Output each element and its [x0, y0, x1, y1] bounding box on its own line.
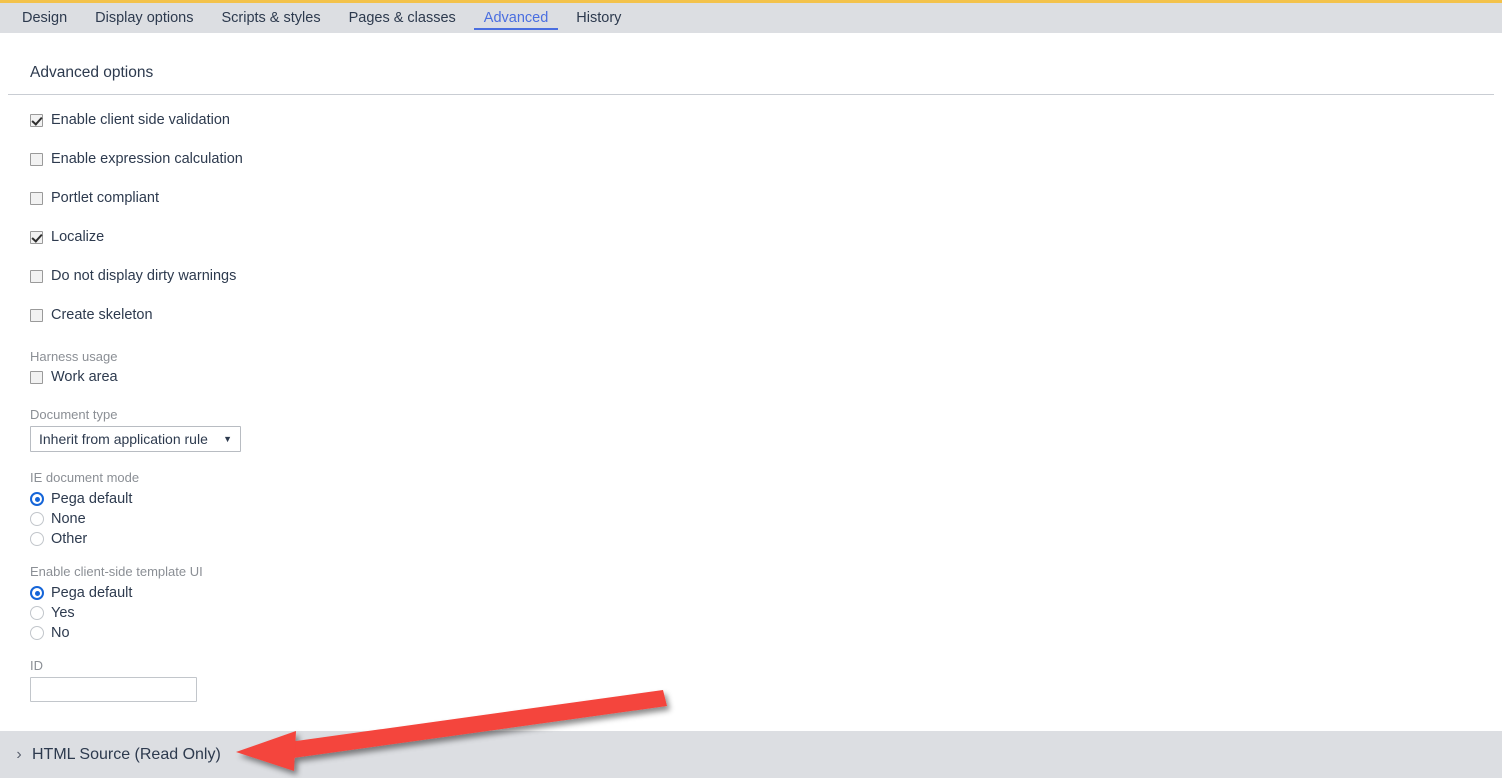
harness-usage-group: Harness usage Work area [30, 349, 1494, 387]
checkbox-label[interactable]: Portlet compliant [51, 189, 159, 208]
html-source-section-toggle[interactable]: › HTML Source (Read Only) [0, 731, 1502, 778]
checkbox-row-enable-client-side-validation[interactable]: Enable client side validation [30, 111, 1494, 130]
ie-document-mode-group: IE document mode Pega default None Other [30, 470, 1494, 549]
ie-document-mode-label: IE document mode [30, 470, 140, 485]
tab-label: Design [22, 10, 68, 26]
advanced-options-card: Advanced options Enable client side vali… [8, 51, 1494, 731]
chevron-right-icon: › [16, 745, 22, 763]
radio-row-ie-other[interactable]: Other [30, 529, 1494, 549]
checkbox-label[interactable]: Work area [51, 368, 118, 387]
checkbox-label[interactable]: Enable client side validation [51, 111, 230, 130]
checkbox-do-not-display-dirty-warnings[interactable] [30, 270, 43, 283]
checkbox-create-skeleton[interactable] [30, 309, 43, 322]
radio-cst-pega-default[interactable] [30, 586, 44, 600]
tab-advanced[interactable]: Advanced [470, 3, 563, 33]
radio-label[interactable]: No [51, 623, 70, 643]
checkbox-row-create-skeleton[interactable]: Create skeleton [30, 306, 1494, 325]
checkbox-row-localize[interactable]: Localize [30, 228, 1494, 247]
tab-scripts-styles[interactable]: Scripts & styles [207, 3, 334, 33]
id-group: ID [30, 658, 1494, 702]
panel-header: Advanced options [8, 51, 1494, 95]
radio-label[interactable]: None [51, 509, 86, 529]
radio-ie-other[interactable] [30, 532, 44, 546]
tab-label: Pages & classes [348, 10, 456, 26]
radio-row-ie-none[interactable]: None [30, 509, 1494, 529]
checkbox-enable-expression-calculation[interactable] [30, 153, 43, 166]
panel-body: Enable client side validation Enable exp… [8, 95, 1494, 702]
page-title: Advanced options [30, 63, 154, 81]
client-side-template-ui-group: Enable client-side template UI Pega defa… [30, 564, 1494, 643]
tab-label: Advanced [483, 10, 549, 26]
tab-history[interactable]: History [562, 3, 635, 33]
tab-label: History [576, 10, 622, 26]
document-type-label: Document type [30, 407, 118, 422]
radio-row-cst-pega-default[interactable]: Pega default [30, 583, 1494, 603]
radio-cst-yes[interactable] [30, 606, 44, 620]
radio-row-ie-pega-default[interactable]: Pega default [30, 489, 1494, 509]
checkbox-label[interactable]: Localize [51, 228, 104, 247]
tab-display-options[interactable]: Display options [81, 3, 207, 33]
checkbox-label[interactable]: Create skeleton [51, 306, 153, 325]
radio-row-cst-yes[interactable]: Yes [30, 603, 1494, 623]
radio-label[interactable]: Pega default [51, 583, 132, 603]
checkbox-row-portlet-compliant[interactable]: Portlet compliant [30, 189, 1494, 208]
checkbox-row-work-area[interactable]: Work area [30, 368, 1494, 387]
document-type-value: Inherit from application rule [39, 431, 208, 447]
radio-ie-pega-default[interactable] [30, 492, 44, 506]
radio-ie-none[interactable] [30, 512, 44, 526]
radio-label[interactable]: Other [51, 529, 87, 549]
checkbox-work-area[interactable] [30, 371, 43, 384]
checkbox-row-enable-expression-calculation[interactable]: Enable expression calculation [30, 150, 1494, 169]
document-type-select[interactable]: Inherit from application rule ▼ [30, 426, 241, 452]
checkbox-localize[interactable] [30, 231, 43, 244]
checkbox-enable-client-side-validation[interactable] [30, 114, 43, 127]
radio-cst-no[interactable] [30, 626, 44, 640]
id-input[interactable] [30, 677, 197, 702]
checkbox-label[interactable]: Enable expression calculation [51, 150, 243, 169]
chevron-down-icon: ▼ [223, 434, 232, 444]
tab-label: Display options [95, 10, 194, 26]
html-source-title: HTML Source (Read Only) [32, 745, 221, 763]
harness-usage-label: Harness usage [30, 349, 118, 364]
id-label: ID [30, 658, 43, 673]
tab-pages-classes[interactable]: Pages & classes [335, 3, 470, 33]
tab-bar: Design Display options Scripts & styles … [0, 3, 1502, 33]
client-side-template-ui-label: Enable client-side template UI [30, 564, 203, 579]
document-type-group: Document type Inherit from application r… [30, 407, 1494, 452]
radio-label[interactable]: Pega default [51, 489, 132, 509]
checkbox-portlet-compliant[interactable] [30, 192, 43, 205]
tab-label: Scripts & styles [221, 10, 321, 26]
radio-row-cst-no[interactable]: No [30, 623, 1494, 643]
tab-design[interactable]: Design [8, 3, 81, 33]
radio-label[interactable]: Yes [51, 603, 75, 623]
checkbox-label[interactable]: Do not display dirty warnings [51, 267, 236, 286]
checkbox-row-do-not-display-dirty-warnings[interactable]: Do not display dirty warnings [30, 267, 1494, 286]
